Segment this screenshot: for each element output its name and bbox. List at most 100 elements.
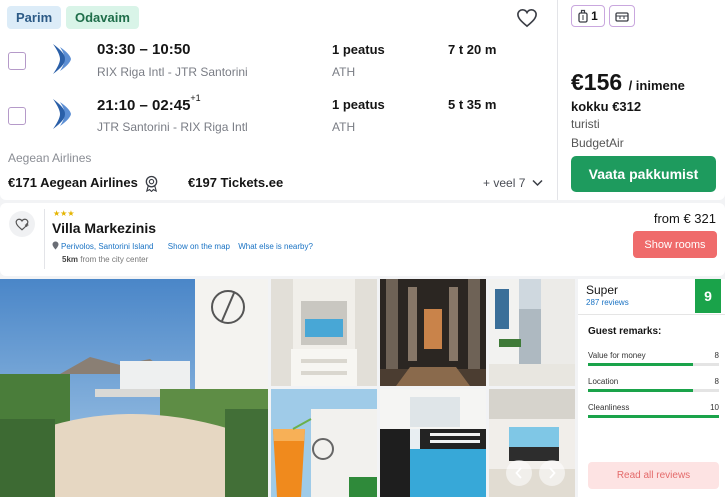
hotel-photo-6[interactable] (380, 389, 486, 497)
outbound-via: ATH (332, 65, 356, 79)
alt-provider: Tickets.ee (220, 175, 284, 190)
inbound-stops: 1 peatus (332, 97, 385, 112)
award-icon (146, 175, 158, 193)
aegean-logo-icon (53, 99, 71, 129)
airline-name: Aegean Airlines (8, 151, 92, 165)
hotel-card: ★★★ Villa Markezinis Perivolos, Santorin… (0, 203, 725, 276)
chevron-down-icon (532, 179, 543, 187)
suitcase-icon (578, 9, 588, 23)
save-hotel-button[interactable] (9, 211, 35, 237)
hotel-location-row: Perivolos, Santorini Island Show on the … (52, 241, 319, 251)
location-link[interactable]: Perivolos, Santorini Island (52, 241, 160, 251)
total-label: kokku (571, 99, 609, 114)
view-deal-button[interactable]: Vaata pakkumist (571, 156, 716, 192)
total-price: kokku €312 (571, 99, 641, 114)
day-offset: +1 (190, 93, 201, 103)
photo-arcade-pool (271, 279, 377, 386)
metric-bar-fill (588, 363, 693, 366)
per-person-label: / inimene (628, 78, 685, 93)
aegean-logo-icon (53, 44, 71, 74)
metric-label: Value for money (588, 351, 646, 360)
alt-price: €197 (188, 175, 217, 190)
checked-bag-filter[interactable] (609, 5, 635, 27)
rating-word: Super (586, 283, 619, 297)
outbound-times: 03:30 – 10:50 (97, 41, 191, 58)
inbound-times: 21:10 – 02:45+1 (97, 93, 201, 114)
gallery-prev-button[interactable] (506, 460, 532, 486)
alt-offer-2[interactable]: €197 Tickets.ee (188, 175, 283, 190)
bag-count: 1 (591, 9, 598, 23)
chevron-left-icon (515, 467, 522, 479)
score-badge: 9 (695, 279, 721, 313)
cabin-class: turisti (571, 117, 600, 131)
hotel-photo-2[interactable] (271, 279, 377, 386)
photo-pool-loungers (380, 389, 486, 497)
more-offers-toggle[interactable]: + veel 7 (483, 176, 543, 190)
outbound-duration: 7 t 20 m (448, 42, 497, 57)
outbound-route: RIX Riga Intl - JTR Santorini (97, 65, 248, 79)
hotel-photo-7[interactable] (489, 389, 575, 497)
metric-value: 8 (714, 351, 719, 360)
flight-result-card: Parim Odavaim 03:30 – 10:50 RIX Riga Int… (0, 0, 725, 200)
inbound-route: JTR Santorini - RIX Riga Intl (97, 120, 248, 134)
distance-label: from the city center (80, 255, 149, 264)
metric-label: Cleanliness (588, 403, 630, 412)
cabin-bag-filter[interactable]: 1 (571, 5, 605, 27)
photo-orange-drink (271, 389, 377, 497)
total-value: €312 (612, 99, 642, 114)
show-on-map-link[interactable]: Show on the map (168, 242, 230, 251)
more-offers-label: + veel 7 (483, 176, 526, 190)
metric-value-for-money: Value for money 8 (588, 351, 719, 373)
hotel-photo-3[interactable] (380, 279, 486, 386)
hotel-stars: ★★★ (53, 209, 75, 218)
price-per-person: €156 / inimene (571, 69, 685, 96)
metric-value: 10 (710, 403, 719, 412)
location-pin-icon (52, 241, 59, 250)
heart-icon[interactable] (516, 8, 538, 28)
metric-cleanliness: Cleanliness 10 (588, 403, 719, 425)
cheapest-badge: Odavaim (66, 6, 139, 29)
nearby-link[interactable]: What else is nearby? (238, 242, 313, 251)
alt-provider: Aegean Airlines (40, 175, 138, 190)
heart-plus-icon (15, 218, 29, 231)
metric-bar (588, 363, 719, 366)
outbound-stops: 1 peatus (332, 42, 385, 57)
price-value: €156 (571, 69, 623, 95)
hotel-photo-4[interactable] (489, 279, 575, 386)
review-count-link[interactable]: 287 reviews (586, 298, 629, 307)
gallery-next-button[interactable] (539, 460, 565, 486)
metric-label: Location (588, 377, 619, 386)
metric-value: 8 (714, 377, 719, 386)
inbound-leg[interactable]: 21:10 – 02:45+1 JTR Santorini - RIX Riga… (0, 91, 556, 141)
distance-info: 5km from the city center (62, 255, 148, 264)
photo-night-corridor (380, 279, 486, 386)
outbound-leg[interactable]: 03:30 – 10:50 RIX Riga Intl - JTR Santor… (0, 36, 556, 86)
alt-offer-1[interactable]: €171 Aegean Airlines (8, 175, 159, 193)
photo-white-arches (489, 279, 575, 386)
read-all-reviews-button[interactable]: Read all reviews (588, 462, 719, 489)
alt-price: €171 (8, 175, 37, 190)
hotel-divider (44, 209, 45, 269)
hotel-photo-5[interactable] (271, 389, 377, 497)
chevron-right-icon (549, 467, 556, 479)
booking-provider: BudgetAir (571, 136, 624, 150)
inbound-checkbox[interactable] (8, 107, 26, 125)
metric-bar-fill (588, 415, 719, 418)
review-divider (578, 314, 725, 315)
checked-bag-icon (615, 11, 629, 22)
metric-location: Location 8 (588, 377, 719, 399)
hotel-from-price: from € 321 (653, 211, 716, 226)
price-panel: 1 €156 / inimene kokku €312 turisti Budg… (558, 0, 725, 200)
photo-villa-courtyard (0, 279, 268, 497)
distance-value: 5km (62, 255, 79, 264)
hotel-name[interactable]: Villa Markezinis (52, 220, 156, 236)
best-badge: Parim (7, 6, 62, 29)
hotel-photo-main[interactable] (0, 279, 268, 497)
review-panel: Super 287 reviews 9 Guest remarks: Value… (578, 279, 725, 497)
show-rooms-button[interactable]: Show rooms (633, 231, 717, 258)
guest-remarks-title: Guest remarks: (588, 326, 662, 337)
outbound-checkbox[interactable] (8, 52, 26, 70)
inbound-via: ATH (332, 120, 356, 134)
metric-bar (588, 389, 719, 392)
metric-bar (588, 415, 719, 418)
